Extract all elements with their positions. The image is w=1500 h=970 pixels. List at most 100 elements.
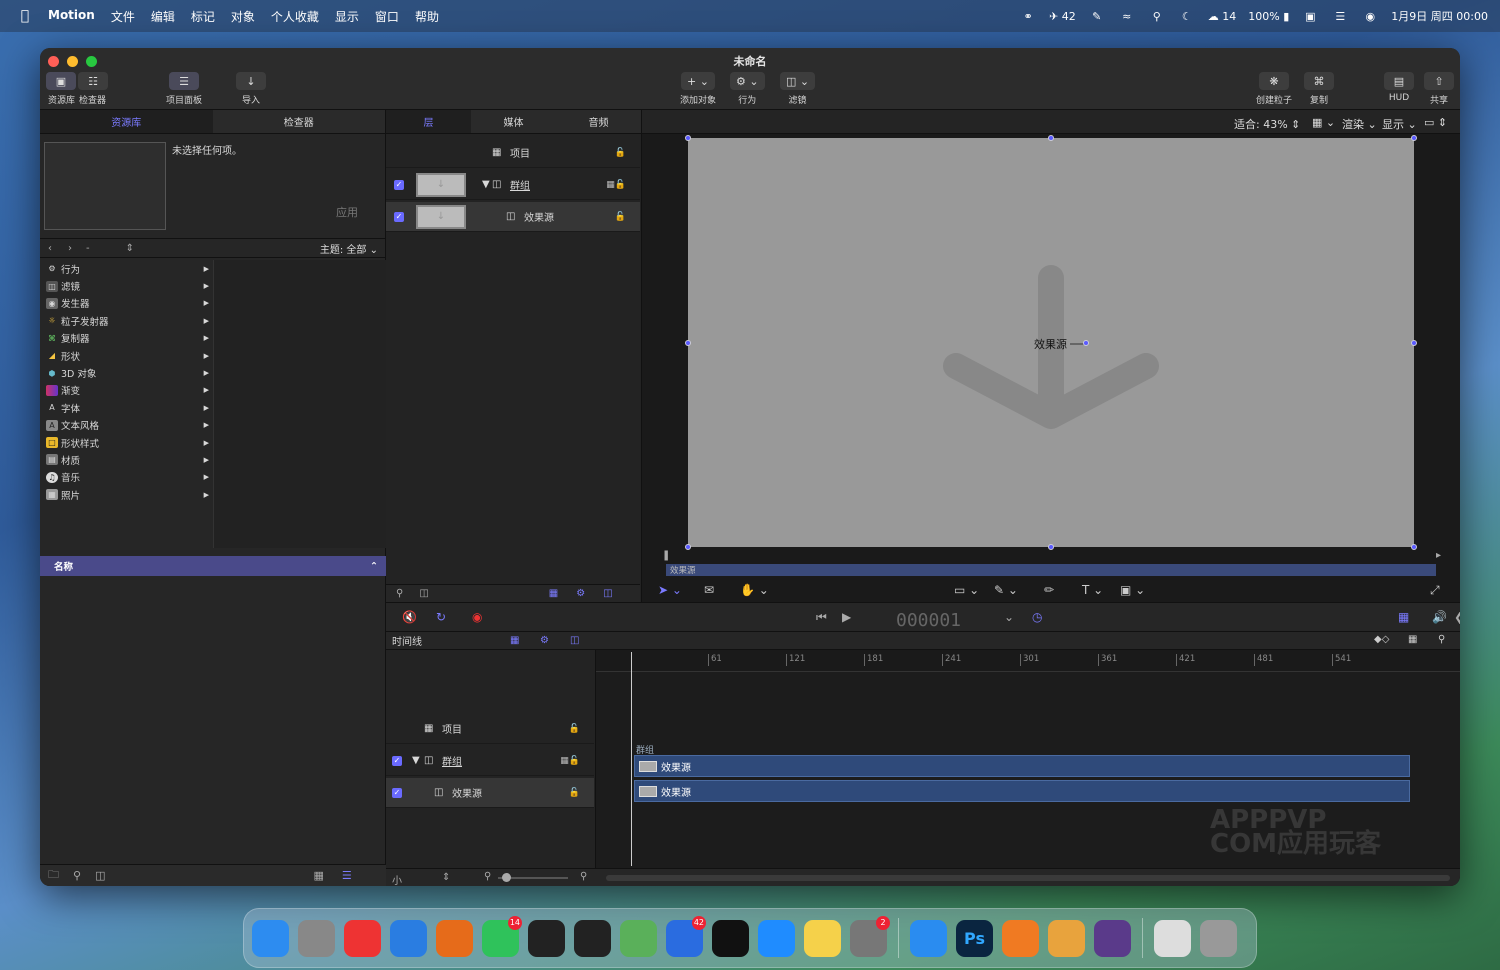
layer-row-project[interactable]: ▦ 项目 🔓: [386, 138, 640, 168]
category-item[interactable]: ♫ 音乐 ▶: [40, 469, 213, 486]
timer-icon[interactable]: ◷: [1032, 610, 1042, 624]
mute-icon[interactable]: 🔇: [402, 610, 417, 624]
lock-icon[interactable]: 🔓: [615, 212, 626, 222]
timecode-menu-icon[interactable]: ⌄: [1004, 610, 1014, 624]
timeline-row-project[interactable]: ▦ 项目 🔓: [386, 714, 594, 744]
keyframe-icon[interactable]: ◆◇: [1374, 634, 1389, 645]
siri-icon[interactable]: ◉: [1361, 10, 1379, 23]
menu-favorites[interactable]: 个人收藏: [271, 8, 319, 25]
category-item[interactable]: ◉ 发生器 ▶: [40, 295, 213, 312]
expand-icon[interactable]: ⤢: [1430, 583, 1440, 598]
skip-start-icon[interactable]: ⏮: [816, 610, 827, 625]
zoom-slider-knob[interactable]: [502, 873, 511, 882]
dock-app-motion-icon[interactable]: [1094, 919, 1131, 957]
dock-app-safari-icon[interactable]: [390, 919, 427, 957]
dock-app-chrome-icon[interactable]: [344, 919, 381, 957]
wifi-icon[interactable]: ≈: [1118, 10, 1136, 23]
dock-app-mail-icon[interactable]: 42: [666, 915, 706, 957]
out-point-icon[interactable]: ▸: [1436, 550, 1441, 561]
category-item[interactable]: ▦ 照片 ▶: [40, 486, 213, 503]
checker-icon[interactable]: ▦: [549, 588, 558, 599]
behavior-toggle-icon[interactable]: ⚙: [540, 635, 549, 646]
menu-view[interactable]: 显示: [335, 8, 359, 25]
share-button[interactable]: ⇧ 共享: [1424, 72, 1454, 106]
behaviors-button[interactable]: ⚙ ⌄ 行为: [730, 72, 765, 106]
transform-handle[interactable]: [1048, 135, 1054, 141]
timeline-ruler[interactable]: 61 121 181 241 301 361 421 481 541: [596, 650, 1460, 672]
preview-toggle-icon[interactable]: ◫: [419, 588, 428, 599]
category-item[interactable]: A 字体 ▶: [40, 399, 213, 416]
text-tool-icon[interactable]: T ⌄: [1082, 583, 1103, 597]
path-stepper-icon[interactable]: ⇕: [126, 243, 134, 254]
layer-checkbox[interactable]: ✓: [392, 787, 402, 798]
zoom-in-icon[interactable]: ⚲: [580, 871, 587, 882]
fit-zoom-control[interactable]: 适合: 43% ⇕: [1234, 116, 1300, 132]
render-menu[interactable]: 渲染 ⌄: [1342, 116, 1377, 132]
timeline-track[interactable]: 效果源: [634, 780, 1410, 802]
record-icon[interactable]: ◉: [472, 610, 482, 624]
menu-help[interactable]: 帮助: [415, 8, 439, 25]
search-icon[interactable]: ⚲: [396, 588, 403, 599]
control-center-icon[interactable]: ☰: [1331, 10, 1349, 23]
theme-selector[interactable]: 主题: 全部 ⌄: [320, 241, 378, 256]
moon-icon[interactable]: ☾: [1178, 10, 1196, 23]
keyframe-nav-icon[interactable]: ❮❯: [1454, 610, 1460, 624]
lock-icon[interactable]: 🔓: [569, 788, 580, 798]
zoom-out-icon[interactable]: ⚲: [484, 871, 491, 882]
paint-tool-icon[interactable]: ✏: [1044, 583, 1054, 597]
layer-checkbox[interactable]: ✓: [392, 755, 402, 766]
back-arrow-icon[interactable]: ‹: [48, 243, 52, 254]
timeline-scrollbar[interactable]: [596, 868, 1460, 886]
timeline-row-group[interactable]: ✓ ▼ ◫ 群组 ▦🔓: [386, 746, 594, 776]
layer-row-effect-source[interactable]: ✓ ↓ ◫ 效果源 🔓: [386, 202, 640, 232]
create-particles-button[interactable]: ❋ 创建粒子: [1256, 72, 1292, 106]
filters-button[interactable]: ◫ ⌄ 滤镜: [780, 72, 816, 106]
disclosure-triangle-icon[interactable]: ▼: [482, 179, 490, 190]
mini-playhead-icon[interactable]: ❚: [662, 550, 670, 561]
hand-tool-icon[interactable]: ✋ ⌄: [740, 583, 769, 597]
transform-handle[interactable]: [1411, 135, 1417, 141]
category-item[interactable]: ⌘ 复制器 ▶: [40, 330, 213, 347]
menu-object[interactable]: 对象: [231, 8, 255, 25]
layer-row-group[interactable]: ✓ ↓ ▼ ◫ 群组 ▦🔓: [386, 170, 640, 200]
menu-window[interactable]: 窗口: [375, 8, 399, 25]
tab-library[interactable]: 资源库: [40, 110, 213, 133]
dock-app-appstore-alt-icon[interactable]: [1002, 919, 1039, 957]
bezier-tool-icon[interactable]: ✎ ⌄: [994, 583, 1018, 597]
tab-audio[interactable]: 音频: [556, 110, 641, 133]
dock-app-trash-icon[interactable]: [1200, 919, 1237, 957]
timecode-display[interactable]: 000001: [896, 610, 961, 631]
behavior-toggle-icon[interactable]: ⚙: [576, 588, 585, 599]
category-item[interactable]: ⚙ 行为 ▶: [40, 260, 213, 277]
size-selector[interactable]: 小: [392, 872, 402, 886]
replicate-button[interactable]: ⌘ 复制: [1304, 72, 1334, 106]
layer-checkbox[interactable]: ✓: [394, 179, 404, 190]
playhead[interactable]: [631, 652, 632, 866]
volume-icon[interactable]: 🔊: [1432, 610, 1447, 624]
dock-app-baidu-netdisk-icon[interactable]: [910, 919, 947, 957]
shape-tool-icon[interactable]: ▭ ⌄: [954, 583, 979, 597]
transform-handle[interactable]: [1048, 544, 1054, 550]
lock-icon[interactable]: 🔓: [615, 148, 626, 158]
snapping-icon[interactable]: ▦: [1408, 634, 1417, 645]
transform-handle[interactable]: [685, 135, 691, 141]
dock-app-preview-icon[interactable]: [1154, 919, 1191, 957]
project-panel-button[interactable]: ☰ 项目面板: [166, 72, 202, 106]
filter-toggle-icon[interactable]: ◫: [570, 635, 579, 646]
dock-app-settings-icon[interactable]: 2: [850, 915, 890, 957]
lock-icon[interactable]: ▦🔓: [606, 180, 626, 190]
dock-app-lark-icon[interactable]: [758, 919, 795, 957]
zoom-icon[interactable]: ⚲: [1438, 634, 1445, 645]
dock-app-wechat-icon[interactable]: 14: [482, 915, 522, 957]
search-icon[interactable]: ⚲: [73, 869, 81, 882]
transform-handle[interactable]: [685, 340, 691, 346]
apple-icon[interactable]: : [14, 8, 36, 24]
dock-app-pages-icon[interactable]: [1048, 919, 1085, 957]
color-channel-icon[interactable]: ▦ ⌄: [1312, 116, 1335, 129]
dock-app-qq-icon[interactable]: [528, 919, 565, 957]
transform-tool-icon[interactable]: ✉: [704, 583, 714, 597]
library-icon[interactable]: ▣: [46, 72, 76, 90]
creative-cloud-icon[interactable]: ⚭: [1019, 10, 1037, 23]
transform-handle[interactable]: [1411, 340, 1417, 346]
mask-tool-icon[interactable]: ▣ ⌄: [1120, 583, 1145, 597]
